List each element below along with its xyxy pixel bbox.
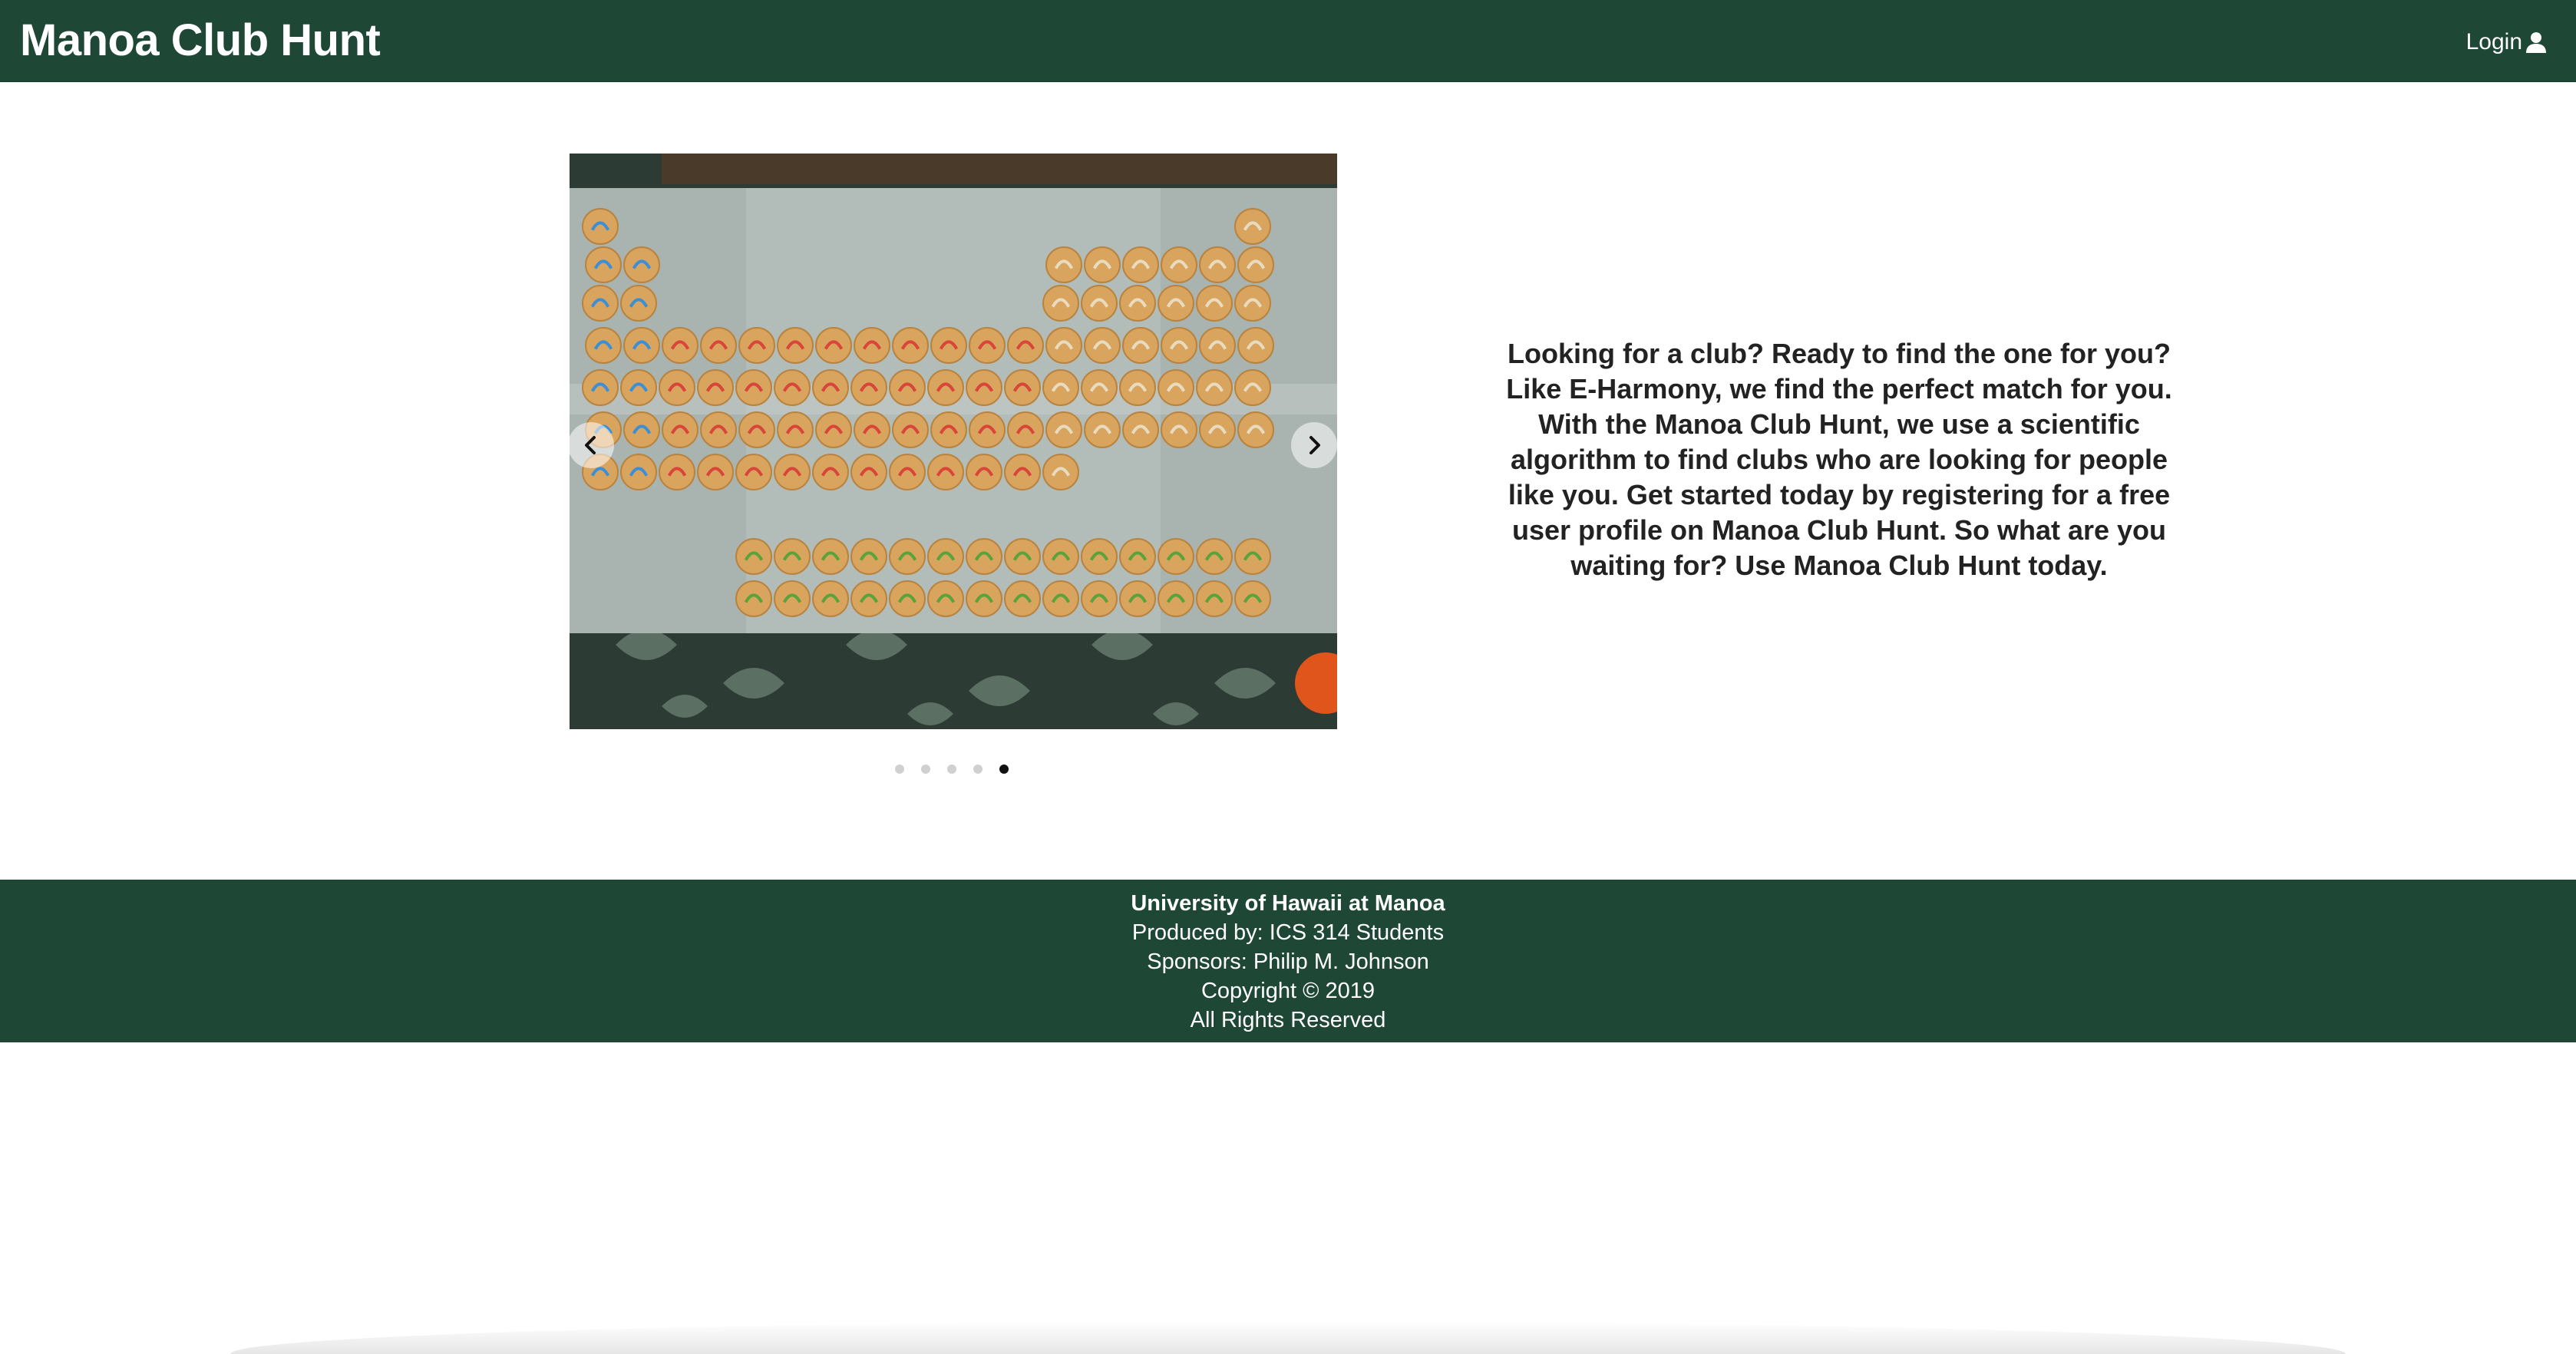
carousel-dot-2[interactable]	[921, 765, 930, 774]
footer-produced-by: Produced by: ICS 314 Students	[1131, 920, 1445, 945]
bottom-shadow	[230, 1322, 2346, 1354]
carousel-dot-1[interactable]	[895, 765, 904, 774]
carousel-indicators	[895, 765, 1009, 774]
carousel-dot-4[interactable]	[973, 765, 983, 774]
top-navbar: Manoa Club Hunt Login	[0, 0, 2576, 82]
footer-copyright: Copyright © 2019	[1200, 979, 1376, 1003]
footer-university: University of Hawaii at Manoa	[1131, 891, 1445, 916]
carousel-next-button[interactable]	[1291, 422, 1337, 468]
chevron-right-icon	[1309, 436, 1320, 454]
footer-rights: All Rights Reserved	[1190, 1008, 1386, 1032]
login-button[interactable]: Login	[2466, 26, 2548, 58]
footer-sponsors: Sponsors: Philip M. Johnson	[1147, 949, 1429, 974]
brand-title-link[interactable]: Manoa Club Hunt	[20, 11, 381, 71]
footer: University of Hawaii at Manoa Produced b…	[0, 880, 2576, 1042]
chevron-left-icon	[585, 436, 596, 454]
carousel-dot-5[interactable]	[999, 765, 1009, 774]
carousel-dot-3[interactable]	[947, 765, 956, 774]
pitch-text: Looking for a club? Ready to find the on…	[1506, 338, 2172, 581]
carousel-prev-button[interactable]	[568, 422, 614, 468]
carousel-slide-image	[570, 154, 1337, 729]
login-label: Login	[2465, 29, 2522, 54]
user-icon	[2524, 30, 2548, 54]
image-carousel	[570, 154, 1337, 729]
